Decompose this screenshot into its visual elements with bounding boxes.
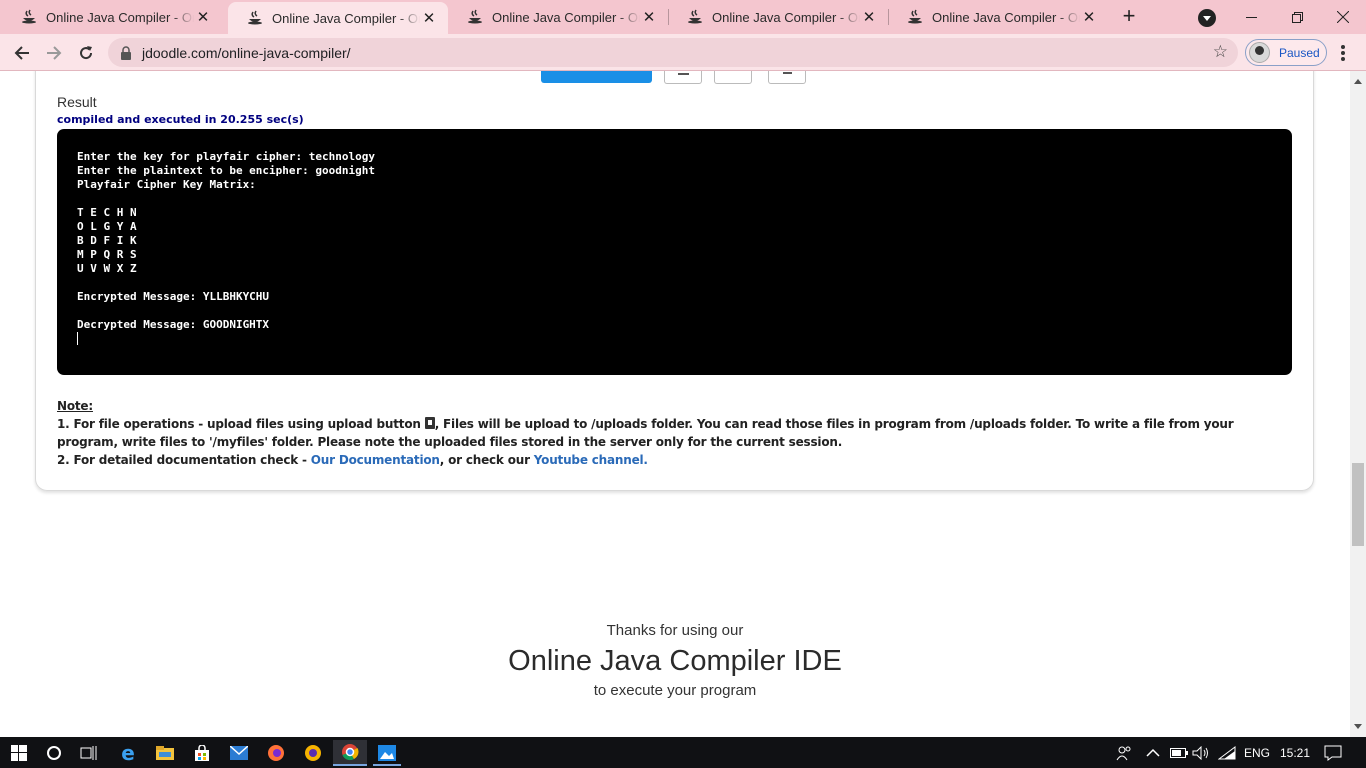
output-line: O L G Y A: [77, 220, 137, 233]
action-center-icon[interactable]: [1324, 737, 1342, 768]
back-arrow-icon[interactable]: [8, 39, 36, 67]
output-line: T E C H N: [77, 206, 137, 219]
note-item-documentation: 2. For detailed documentation check - Ou…: [57, 451, 1287, 469]
volume-icon[interactable]: [1192, 737, 1210, 768]
brave-browser-icon[interactable]: [296, 740, 330, 766]
store-icon[interactable]: [185, 740, 219, 766]
address-bar[interactable]: jdoodle.com/online-java-compiler/ ☆: [108, 38, 1238, 67]
jdoodle-favicon-icon: [686, 9, 704, 25]
jdoodle-favicon-icon: [246, 10, 264, 26]
tab-search-icon[interactable]: [1198, 9, 1216, 27]
wifi-icon[interactable]: [1218, 737, 1236, 768]
browser-menu-icon[interactable]: [1336, 43, 1350, 63]
jdoodle-favicon-icon: [20, 9, 38, 25]
output-console[interactable]: Enter the key for playfair cipher: techn…: [57, 129, 1292, 375]
bookmark-star-icon[interactable]: ☆: [1213, 42, 1228, 62]
windows-taskbar: e ENG 15:21: [0, 737, 1366, 768]
footer-subtitle: to execute your program: [593, 682, 757, 699]
output-line: M P Q R S: [77, 248, 137, 261]
close-tab-icon[interactable]: ✕: [860, 8, 878, 26]
note-text: , or check our: [439, 453, 534, 467]
edge-browser-icon[interactable]: e: [111, 740, 145, 766]
editor-tool-button[interactable]: [664, 71, 702, 84]
scroll-down-arrow-icon[interactable]: [1354, 724, 1362, 733]
browser-tab[interactable]: Online Java Compiler - Online Java IDE ✕: [668, 0, 888, 34]
close-tab-icon[interactable]: ✕: [194, 8, 212, 26]
chrome-taskbar-icon[interactable]: [333, 740, 367, 766]
page-scrollbar[interactable]: [1350, 71, 1366, 737]
close-tab-icon[interactable]: ✕: [1080, 8, 1098, 26]
avatar: [1249, 42, 1270, 63]
task-view-icon[interactable]: [72, 740, 106, 766]
close-tab-icon[interactable]: ✕: [420, 9, 438, 27]
note-text: 1. For file operations - upload files us…: [57, 417, 425, 431]
search-icon[interactable]: [37, 740, 71, 766]
forward-arrow-icon[interactable]: [40, 39, 68, 67]
profile-status-label: Paused: [1279, 45, 1320, 60]
jdoodle-favicon-icon: [466, 9, 484, 25]
show-hidden-icons-chevron-icon[interactable]: [1146, 737, 1160, 768]
tab-title: Online Java Compiler - Online Java IDE: [272, 10, 420, 26]
result-heading: Result: [57, 94, 97, 110]
language-indicator[interactable]: ENG: [1244, 737, 1270, 768]
clock[interactable]: 15:21: [1280, 737, 1310, 768]
output-line: Decrypted Message: GOODNIGHTX: [77, 318, 270, 331]
execution-info: compiled and executed in 20.255 sec(s): [57, 113, 304, 126]
execute-button[interactable]: [541, 71, 652, 83]
editor-tool-button[interactable]: [714, 71, 752, 84]
jdoodle-favicon-icon: [906, 9, 924, 25]
url-text[interactable]: jdoodle.com/online-java-compiler/: [142, 45, 351, 61]
footer-title: Online Java Compiler IDE: [508, 645, 842, 677]
browser-tab[interactable]: Online Java Compiler - Online Java IDE ✕: [448, 0, 668, 34]
output-line: U V W X Z: [77, 262, 137, 275]
tab-title: Online Java Compiler - Online Java IDE: [492, 9, 640, 25]
scroll-up-arrow-icon[interactable]: [1354, 75, 1362, 84]
output-line: Enter the key for playfair cipher: techn…: [77, 150, 376, 163]
browser-tab-active[interactable]: Online Java Compiler - Online Java IDE ✕: [228, 2, 448, 34]
profile-button[interactable]: Paused: [1245, 39, 1327, 66]
new-tab-icon[interactable]: +: [1117, 5, 1141, 29]
browser-tab[interactable]: Online Java Compiler - Online Java IDE ✕: [888, 0, 1108, 34]
browser-tab[interactable]: Online Java Compiler - Online Java IDE ✕: [2, 0, 222, 34]
browser-toolbar: jdoodle.com/online-java-compiler/ ☆ Paus…: [0, 34, 1366, 71]
footer-thanks-line: Thanks for using our: [606, 622, 744, 639]
tab-title: Online Java Compiler - Online Java IDE: [932, 9, 1080, 25]
note-text: 2. For detailed documentation check -: [57, 453, 311, 467]
output-line: Encrypted Message: YLLBHKYCHU: [77, 290, 270, 303]
scrollbar-thumb[interactable]: [1352, 463, 1364, 546]
output-line: B D F I K: [77, 234, 137, 247]
note-item-file-operations: 1. For file operations - upload files us…: [57, 415, 1287, 451]
tab-title: Online Java Compiler - Online Java IDE: [712, 9, 860, 25]
output-line: Playfair Cipher Key Matrix:: [77, 178, 256, 191]
page-viewport: Result compiled and executed in 20.255 s…: [0, 71, 1350, 737]
upload-icon: [424, 417, 435, 429]
youtube-channel-link[interactable]: Youtube channel.: [534, 453, 648, 467]
tab-strip: Online Java Compiler - Online Java IDE ✕…: [0, 0, 1366, 34]
app-window-icon[interactable]: [370, 740, 404, 766]
people-icon[interactable]: [1116, 737, 1132, 768]
close-tab-icon[interactable]: ✕: [640, 8, 658, 26]
windows-start-icon[interactable]: [2, 740, 36, 766]
note-heading: Note:: [57, 399, 93, 413]
minimize-icon[interactable]: [1228, 0, 1274, 34]
file-explorer-icon[interactable]: [148, 740, 182, 766]
documentation-link[interactable]: Our Documentation: [311, 453, 440, 467]
editor-tool-button[interactable]: [768, 71, 806, 84]
lock-icon[interactable]: [120, 45, 132, 60]
output-line: Enter the plaintext to be encipher: good…: [77, 164, 376, 177]
input-caret: [77, 332, 78, 345]
tab-title: Online Java Compiler - Online Java IDE: [46, 9, 194, 25]
note-section: Note: 1. For file operations - upload fi…: [57, 397, 1287, 469]
firefox-icon[interactable]: [259, 740, 293, 766]
restore-icon[interactable]: [1274, 0, 1320, 34]
reload-icon[interactable]: [72, 39, 100, 67]
mail-icon[interactable]: [222, 740, 256, 766]
battery-icon[interactable]: [1170, 737, 1188, 768]
close-window-icon[interactable]: [1320, 0, 1366, 34]
